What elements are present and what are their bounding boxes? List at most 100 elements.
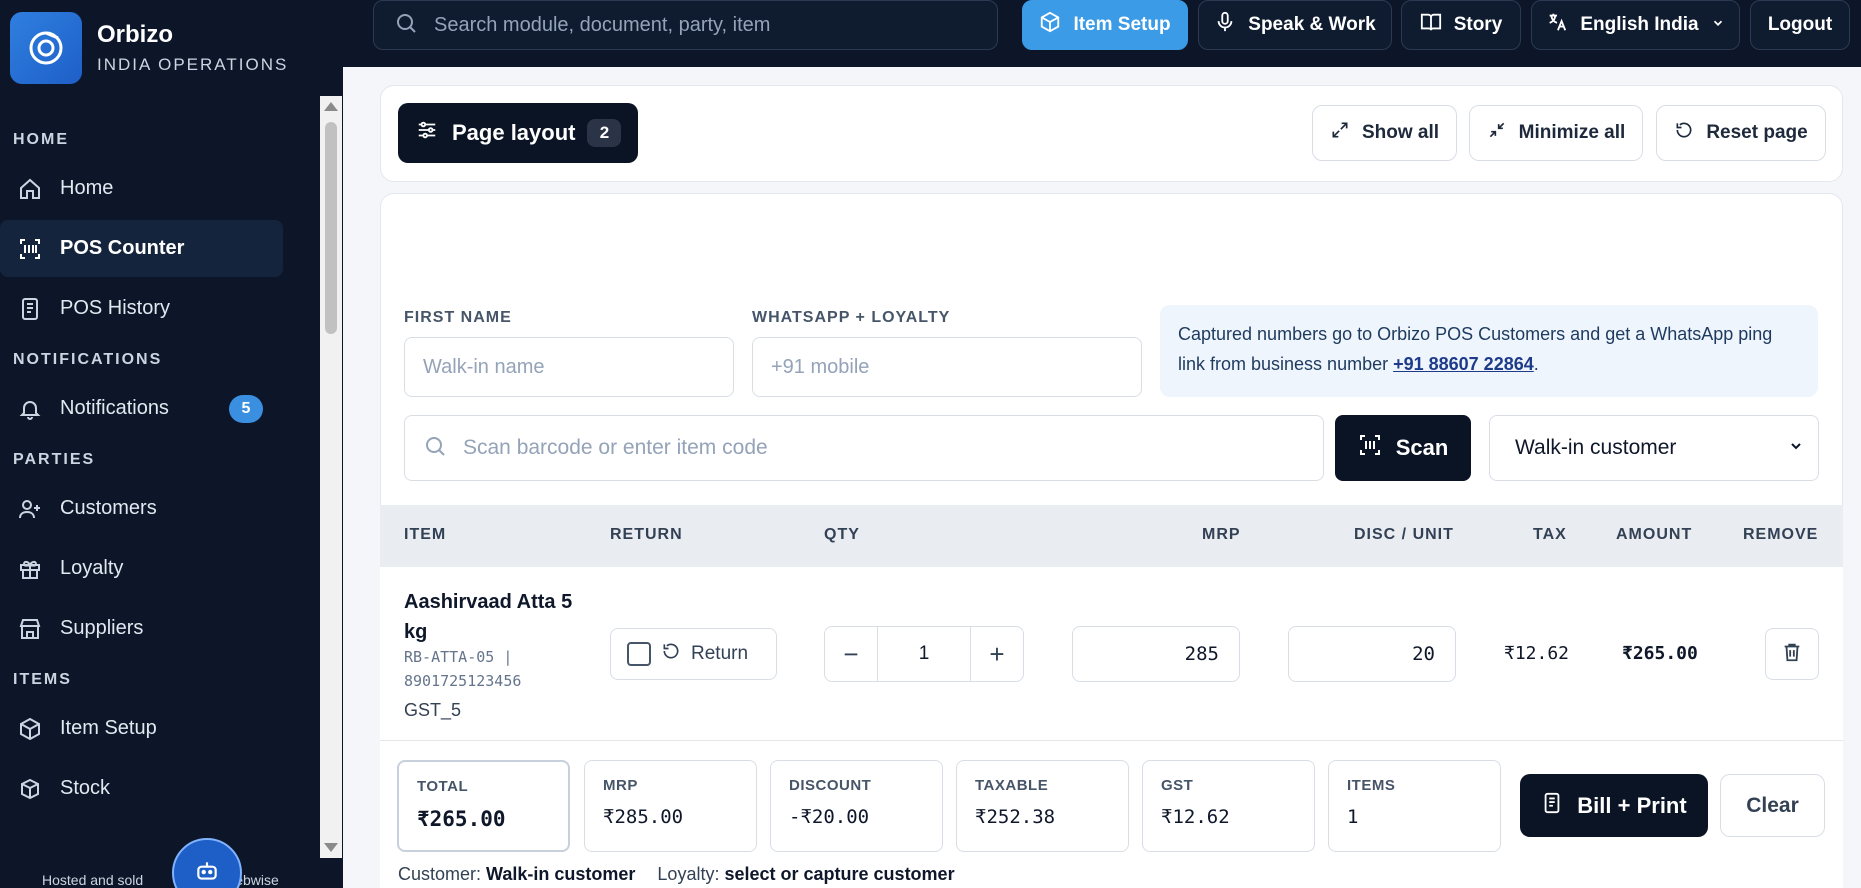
customer-select[interactable]: Walk-in customer	[1489, 415, 1819, 481]
business-number-link[interactable]: +91 88607 22864	[1393, 354, 1534, 374]
return-icon	[661, 641, 681, 667]
sidebar-item-loyalty[interactable]: Loyalty	[0, 540, 283, 597]
item-setup-label: Item Setup	[1073, 14, 1171, 35]
clear-button[interactable]: Clear	[1720, 774, 1825, 837]
sidebar-item-pos-counter[interactable]: POS Counter	[0, 220, 283, 277]
package-icon	[1039, 11, 1061, 39]
assistant-bot-button[interactable]	[172, 838, 242, 888]
quantity-value[interactable]: 1	[877, 627, 971, 681]
info-end: .	[1533, 354, 1539, 374]
items-card: ITEMS 1	[1328, 760, 1501, 852]
sidebar-item-notifications[interactable]: Notifications 5	[0, 380, 283, 437]
sidebar-item-label: Suppliers	[60, 617, 144, 639]
sidebar-item-label: POS Counter	[60, 237, 185, 259]
footer-text: Hosted and sold	[42, 872, 144, 888]
column-header-tax: TAX	[1533, 526, 1567, 543]
brand-name: Orbizo	[97, 21, 173, 48]
sidebar-scrollbar[interactable]	[320, 96, 342, 858]
mrp-total-value: ₹285.00	[603, 806, 684, 828]
first-name-input[interactable]	[404, 337, 734, 397]
scan-icon	[1358, 433, 1382, 463]
speak-work-button[interactable]: Speak & Work	[1198, 0, 1392, 50]
bill-print-label: Bill + Print	[1577, 792, 1687, 818]
mrp-input[interactable]: 285	[1072, 626, 1240, 682]
return-checkbox[interactable]	[627, 642, 651, 666]
sidebar-item-label: POS History	[60, 297, 171, 319]
expand-icon	[1330, 120, 1350, 146]
sidebar-item-label: Item Setup	[60, 717, 157, 739]
show-all-button[interactable]: Show all	[1312, 105, 1457, 161]
table-header: ITEM RETURN QTY MRP DISC / UNIT TAX AMOU…	[380, 505, 1843, 567]
item-setup-button[interactable]: Item Setup	[1022, 0, 1188, 50]
reset-page-button[interactable]: Reset page	[1656, 105, 1826, 161]
gst-value: ₹12.62	[1161, 806, 1230, 828]
discount-input[interactable]: 20	[1288, 626, 1456, 682]
column-header-remove: REMOVE	[1743, 526, 1819, 543]
customer-select-value: Walk-in customer	[1515, 436, 1677, 459]
notification-count-badge: 5	[229, 395, 263, 423]
global-search-input[interactable]	[434, 13, 954, 37]
sliders-icon	[416, 119, 438, 147]
book-icon	[1420, 11, 1442, 39]
minimize-all-button[interactable]: Minimize all	[1469, 105, 1643, 161]
items-value: 1	[1347, 806, 1359, 828]
page-layout-button[interactable]: Page layout 2	[398, 103, 638, 163]
discount-card: DISCOUNT -₹20.00	[770, 760, 943, 852]
taxable-card: TAXABLE ₹252.38	[956, 760, 1129, 852]
sidebar-item-label: Customers	[60, 497, 157, 519]
logout-label: Logout	[1767, 14, 1833, 35]
table-row: Aashirvaad Atta 5 kg RB-ATTA-05 | 890172…	[380, 567, 1843, 741]
whatsapp-input[interactable]	[752, 337, 1142, 397]
customer-status-line: Customer: Walk-in customer Loyalty: selec…	[398, 864, 955, 885]
global-search[interactable]	[373, 0, 998, 50]
sidebar-item-customers[interactable]: Customers	[0, 480, 283, 537]
barcode-input[interactable]	[463, 436, 1283, 460]
remove-item-button[interactable]	[1765, 628, 1819, 680]
scroll-down-arrow-icon[interactable]	[324, 843, 338, 852]
package-icon	[16, 715, 44, 743]
sidebar-item-item-setup[interactable]: Item Setup	[0, 700, 283, 757]
return-toggle[interactable]: Return	[610, 628, 777, 680]
scan-button[interactable]: Scan	[1335, 415, 1471, 481]
item-tax-class: GST_5	[404, 700, 462, 720]
quantity-stepper: − 1 +	[824, 626, 1024, 682]
story-button[interactable]: Story	[1401, 0, 1521, 50]
column-header-disc: DISC / UNIT	[1354, 526, 1454, 543]
scrollbar-thumb[interactable]	[325, 122, 337, 334]
microphone-icon	[1214, 11, 1236, 39]
items-label: ITEMS	[1347, 777, 1396, 794]
brand[interactable]: Orbizo INDIA OPERATIONS	[10, 12, 288, 84]
sidebar-item-suppliers[interactable]: Suppliers	[0, 600, 283, 657]
receipt-icon	[1541, 792, 1563, 820]
total-card: TOTAL ₹265.00	[397, 760, 570, 852]
layout-count-badge: 2	[587, 119, 622, 147]
scroll-up-arrow-icon[interactable]	[324, 102, 338, 111]
decrement-button[interactable]: −	[825, 627, 877, 681]
total-label: TOTAL	[417, 778, 469, 795]
total-value: ₹265.00	[417, 807, 506, 831]
column-header-mrp: MRP	[1202, 526, 1241, 543]
user-plus-icon	[16, 495, 44, 523]
sidebar-footer: Hosted and sold ebwise	[0, 872, 320, 888]
barcode-search[interactable]	[404, 415, 1324, 481]
whatsapp-info-box: Captured numbers go to Orbizo POS Custom…	[1160, 305, 1818, 397]
loyalty-status-value: select or capture customer	[724, 864, 955, 884]
sidebar: Orbizo INDIA OPERATIONS HOME Home POS Co…	[0, 0, 343, 888]
whatsapp-label: WHATSAPP + LOYALTY	[752, 309, 951, 326]
bill-print-button[interactable]: Bill + Print	[1520, 774, 1708, 837]
logout-button[interactable]: Logout	[1750, 0, 1850, 50]
reset-icon	[1674, 120, 1694, 146]
sidebar-item-label: Notifications	[60, 397, 169, 419]
nav-section-notifications: NOTIFICATIONS	[13, 351, 163, 368]
sidebar-item-pos-history[interactable]: POS History	[0, 280, 283, 337]
language-select[interactable]: English India	[1531, 0, 1740, 50]
sidebar-item-home[interactable]: Home	[0, 160, 283, 217]
trash-icon	[1781, 641, 1803, 668]
increment-button[interactable]: +	[971, 627, 1023, 681]
boxes-icon	[16, 775, 44, 803]
sidebar-item-label: Home	[60, 177, 114, 199]
show-all-label: Show all	[1361, 122, 1440, 143]
sidebar-item-stock[interactable]: Stock	[0, 760, 283, 817]
search-icon	[423, 434, 447, 463]
collapse-icon	[1487, 120, 1507, 146]
